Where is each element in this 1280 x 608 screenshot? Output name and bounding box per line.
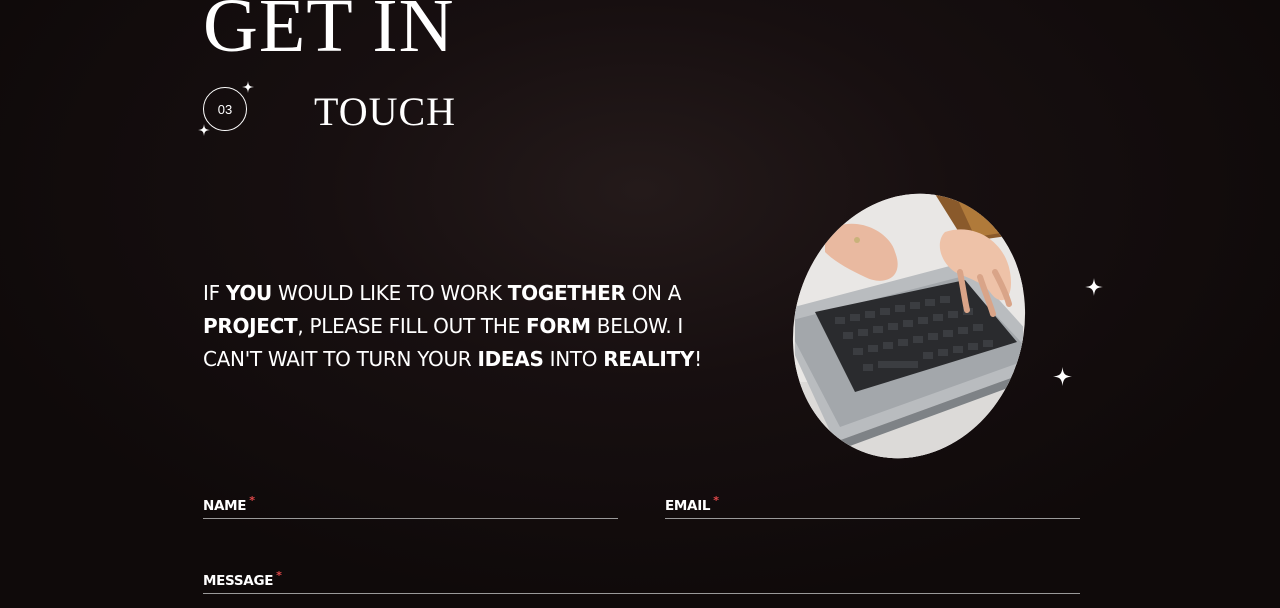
sparkle-icon [198,124,210,136]
sparkle-icon [242,81,254,93]
intro-segment: , PLEASE FILL OUT THE [297,314,526,338]
intro-segment: INTO [543,347,604,371]
section-number: 03 [217,101,233,117]
intro-segment: ON A [625,281,682,305]
intro-segment: IF [203,281,226,305]
intro-emphasis: YOU [225,281,272,305]
intro-segment: WOULD LIKE TO WORK [272,281,508,305]
intro-text: IF YOU WOULD LIKE TO WORK TOGETHER ON A … [203,277,723,376]
intro-segment: ! [694,347,702,371]
intro-emphasis: TOGETHER [507,281,626,305]
email-field[interactable] [665,492,1080,519]
intro-emphasis: PROJECT [203,314,298,338]
name-field[interactable] [203,492,618,519]
intro-emphasis: REALITY [603,347,695,371]
sparkle-icon [1085,278,1103,296]
page-title-line2: TOUCH [314,89,457,134]
page-title-line1: GET IN [203,0,455,68]
intro-emphasis: FORM [525,314,591,338]
intro-emphasis: IDEAS [477,347,544,371]
laptop-typing-photo [759,163,1059,489]
sparkle-icon [1053,367,1072,386]
message-field[interactable] [203,567,1080,594]
